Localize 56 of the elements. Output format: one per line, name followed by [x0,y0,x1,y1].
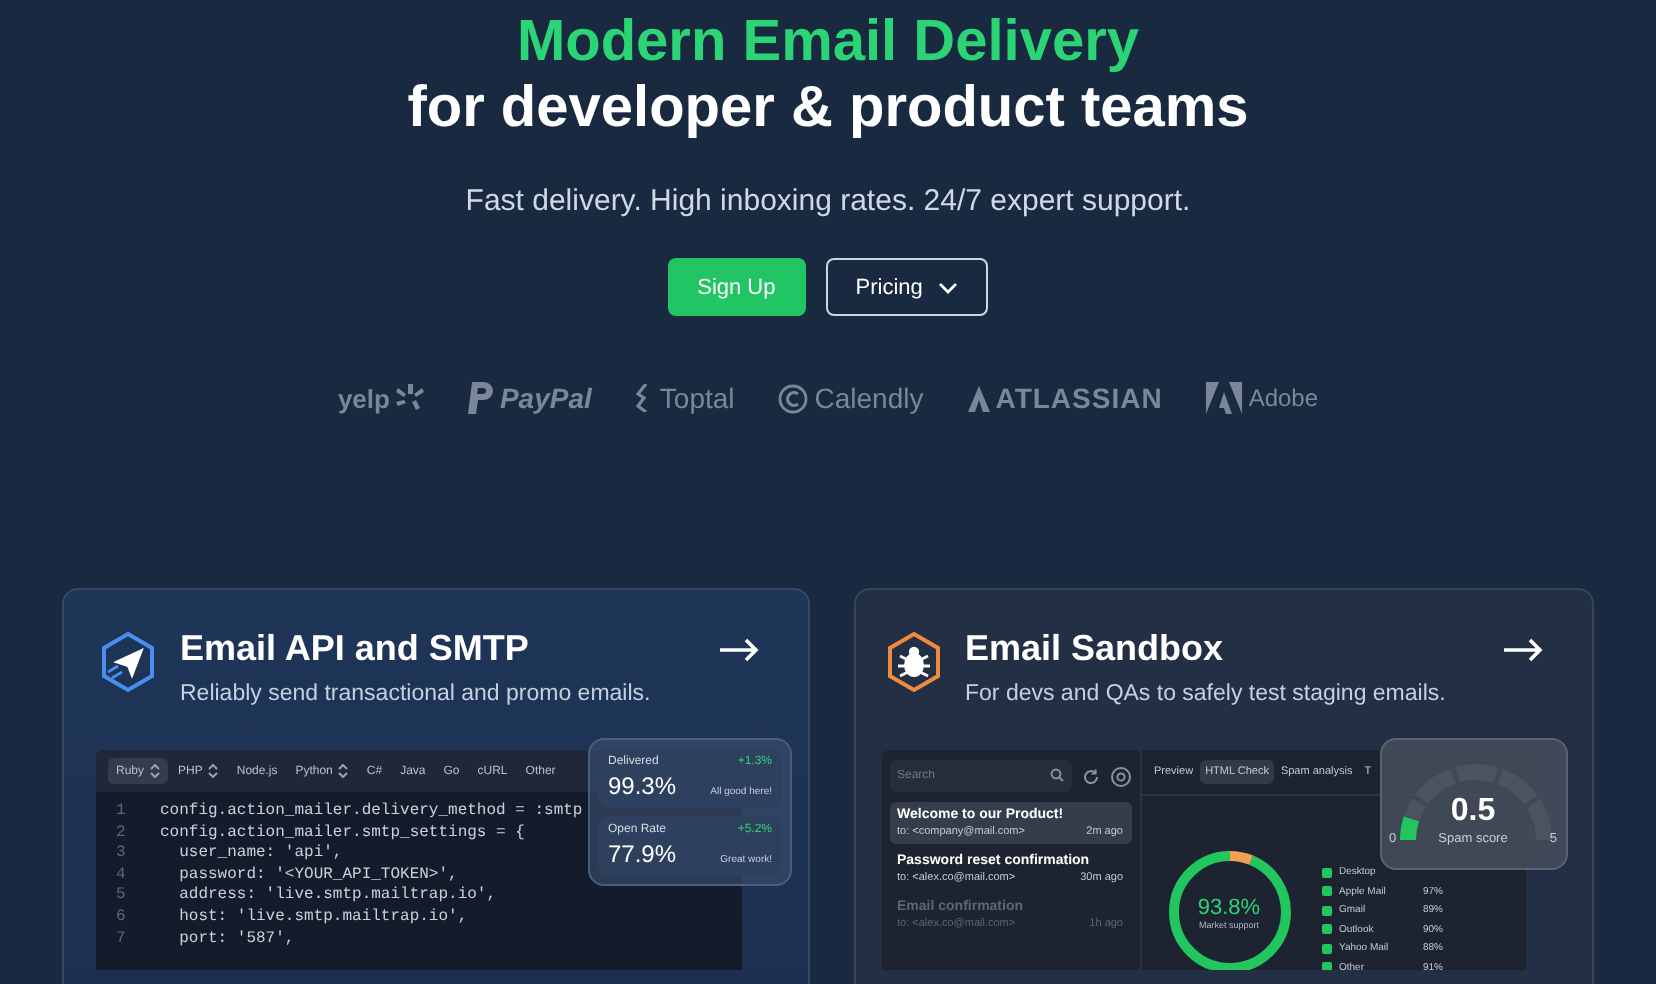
line-number: 4 [116,865,128,887]
checkbox[interactable] [1321,943,1331,954]
checkbox[interactable] [1321,962,1331,970]
search-icon [1049,768,1063,782]
line-number: 7 [116,929,128,951]
code-line: password: '<YOUR_API_TOKEN>', [177,865,458,886]
brand-logo: PayPal [499,382,592,414]
sort-caret-icon [150,764,161,778]
line-number: 5 [116,886,128,908]
brand-logo: Calendly [814,382,924,414]
card-title: Email Sandbox [965,628,1226,670]
brand-logo: ATLASSIAN [995,382,1163,414]
ring-c-icon [778,383,809,413]
p-letter-icon [467,382,494,414]
stat-value: 99.3% [608,772,677,800]
card-description: Reliably send transactional and promo emails. [180,682,653,706]
brand-logo: Toptal [659,382,735,414]
headline: Modern Email Delivery [516,10,1140,76]
checkbox[interactable] [1321,867,1331,877]
chevron-down-icon [938,281,959,293]
code-line: config.action_mailer.delivery_method = :smtp [160,802,583,824]
line-number: 2 [116,823,128,845]
settings-icon[interactable] [1109,765,1131,787]
tagline: Fast delivery. High inboxing rates. 24/7 expert support. [465,184,1191,218]
code-line: config.action_mailer.smtp_settings = { [160,823,525,844]
checkbox[interactable] [1321,924,1331,935]
pricing-dropdown[interactable]: Pricing [825,258,989,316]
burst-icon [395,384,424,412]
sort-caret-icon [338,764,349,778]
code-line: user_name: 'api', [177,844,343,866]
donut-value: 93.8% [1197,895,1261,919]
code-line: address: 'live.smtp.mailtrap.io', [177,886,497,908]
a-shape-icon [1206,382,1243,414]
subheadline: for developer & product teams [407,76,1249,142]
line-number: 3 [116,844,128,866]
brand-logo: yelp [337,383,390,413]
spam-score-value: 0.5 [1450,794,1496,830]
donut-chart [1165,848,1293,970]
sort-caret-icon [208,764,219,778]
arrow-right-icon[interactable] [1504,638,1544,662]
stat-value: 77.9% [608,840,677,868]
code-line: port: '587', [177,929,295,951]
line-number: 6 [116,907,128,930]
checkbox[interactable] [1321,886,1331,897]
triangle-icon [967,385,990,411]
code-line: host: 'live.smtp.mailtrap.io', [177,907,468,930]
card-description: For devs and QAs to safely test staging emails. [965,682,1448,706]
refresh-icon[interactable] [1081,767,1099,785]
paper-plane-hexagon-icon [96,630,160,694]
arrow-right-icon[interactable] [719,638,759,662]
card-title: Email API and SMTP [180,628,531,670]
product-card[interactable] [62,588,809,984]
checkbox[interactable] [1321,905,1331,916]
line-number: 1 [116,802,128,824]
brand-logo: Adobe [1248,384,1319,412]
product-card[interactable] [853,588,1594,984]
